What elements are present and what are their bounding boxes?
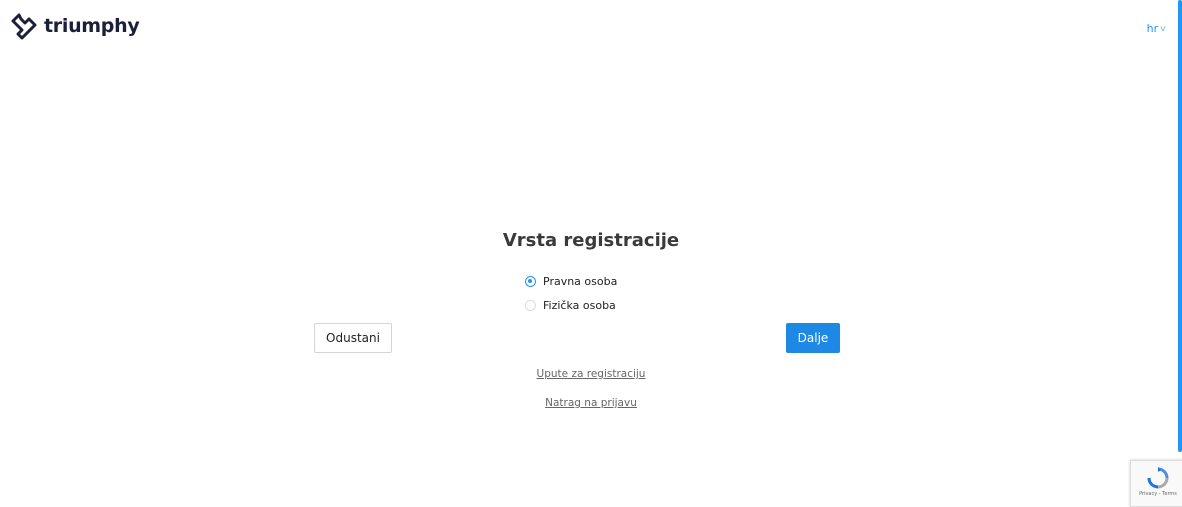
logo[interactable]: triumphy [10,12,140,40]
radio-button-unchecked[interactable] [525,300,536,311]
cancel-button[interactable]: Odustani [314,323,392,353]
radio-option-natural-person[interactable]: Fizička osoba [525,299,616,312]
chevron-down-icon: ∨ [1159,24,1167,33]
registration-instructions-link[interactable]: Upute za registraciju [0,368,1182,380]
triumphy-logo-icon [11,13,37,40]
language-selector[interactable]: hr ∨ [1146,22,1167,35]
radio-label: Pravna osoba [543,275,618,288]
logo-text: triumphy [44,15,140,37]
recaptcha-badge[interactable]: Privacy - Terms [1130,460,1182,507]
next-button[interactable]: Dalje [786,323,840,353]
back-to-login-link[interactable]: Natrag na prijavu [0,397,1182,409]
radio-button-checked[interactable] [525,276,536,287]
language-label: hr [1146,22,1159,35]
recaptcha-icon [1147,467,1169,489]
recaptcha-footer-text[interactable]: Privacy - Terms [1139,491,1177,497]
scrollbar[interactable] [1178,0,1182,452]
radio-option-legal-entity[interactable]: Pravna osoba [525,275,617,288]
radio-label: Fizička osoba [543,299,616,312]
page-title: Vrsta registracije [502,230,680,251]
